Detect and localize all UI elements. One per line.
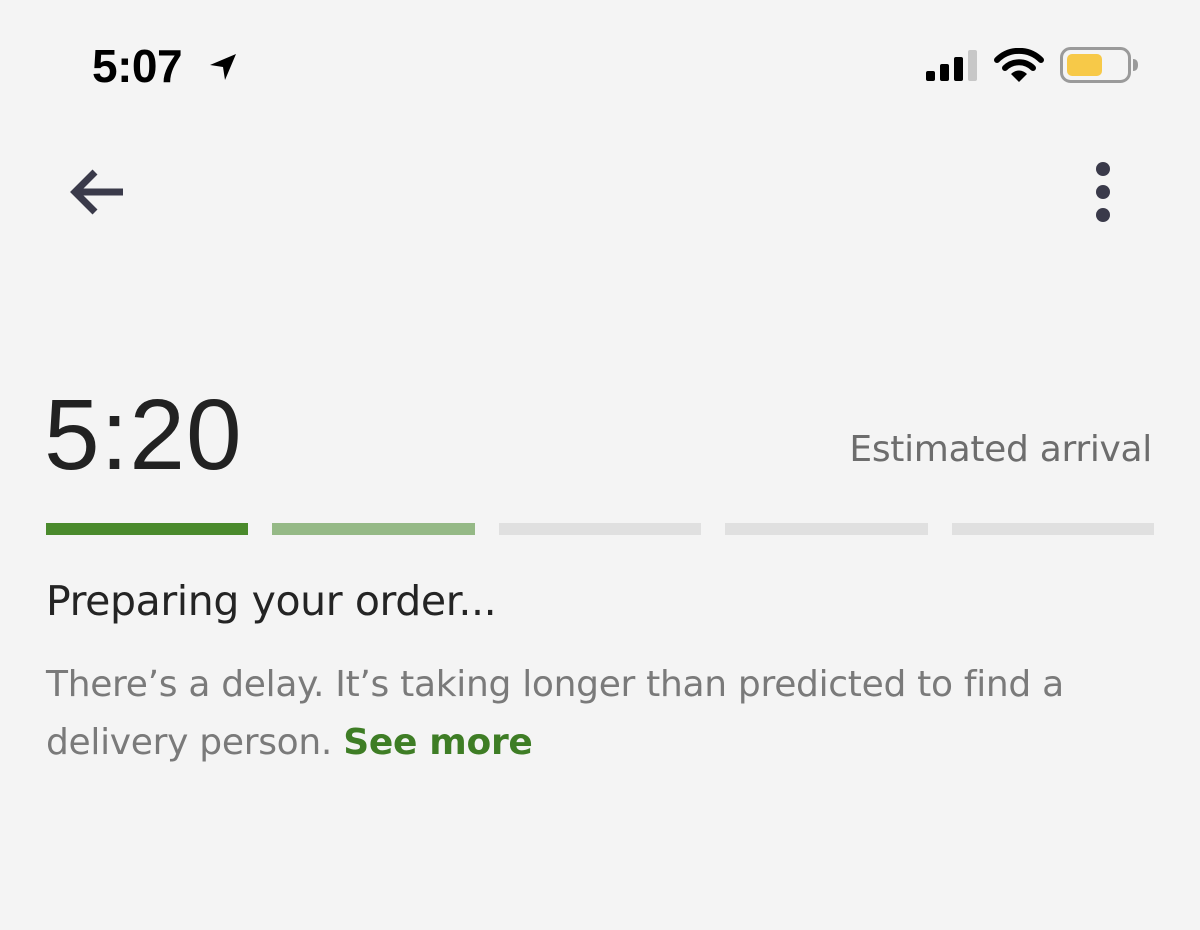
see-more-link[interactable]: See more — [343, 722, 533, 763]
location-arrow-icon — [210, 54, 236, 80]
delay-message-text: There’s a delay. It’s taking longer than… — [46, 664, 1064, 763]
more-options-button[interactable] — [1080, 150, 1126, 234]
progress-segment-1 — [46, 523, 249, 535]
order-progress-bar — [46, 523, 1155, 535]
order-status-heading: Preparing your order... — [46, 577, 497, 625]
estimated-arrival-label: Estimated arrival — [849, 429, 1152, 470]
progress-segment-5 — [951, 523, 1155, 535]
estimated-arrival-time: 5:20 — [44, 379, 243, 491]
status-bar-time: 5:07 — [92, 40, 183, 92]
order-status-message: There’s a delay. It’s taking longer than… — [46, 656, 1136, 772]
progress-segment-4 — [725, 523, 928, 535]
progress-segment-2 — [272, 523, 475, 535]
battery-icon — [1060, 47, 1138, 83]
progress-segment-3 — [498, 523, 702, 535]
arrow-left-icon — [70, 169, 123, 215]
cellular-signal-icon — [926, 50, 977, 81]
wifi-icon — [994, 48, 1044, 82]
back-button[interactable] — [60, 160, 134, 224]
vertical-ellipsis-icon — [1096, 162, 1110, 222]
